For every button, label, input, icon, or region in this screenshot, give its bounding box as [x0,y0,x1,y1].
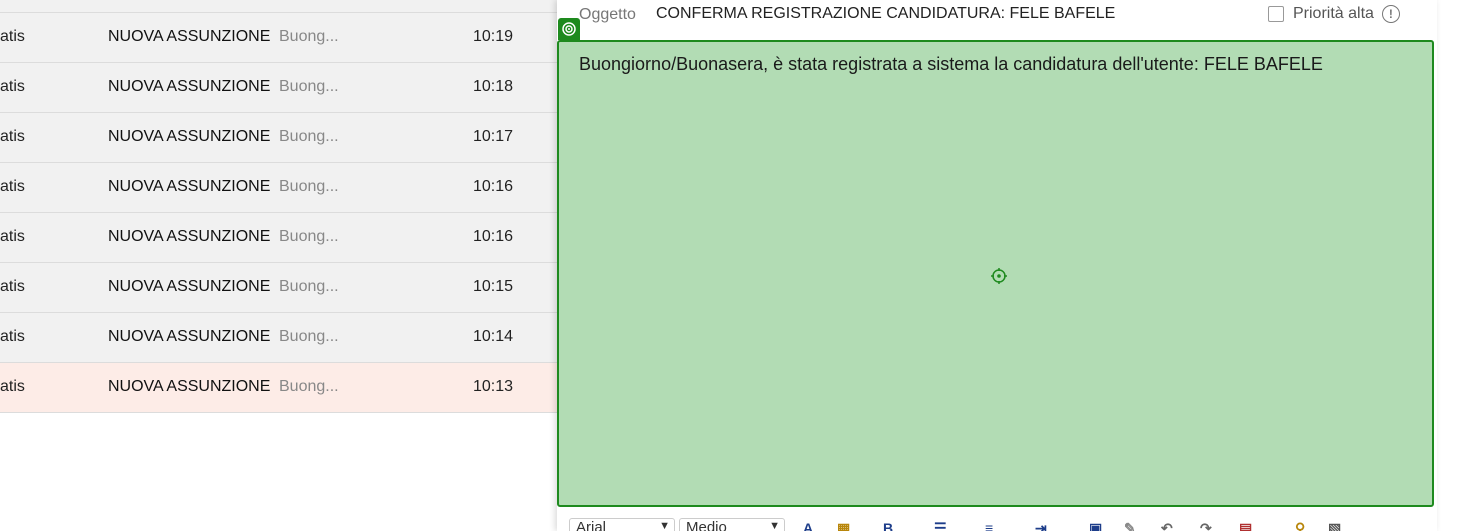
message-time: 10:13 [473,378,514,395]
undo-icon[interactable]: ↶ [1161,520,1185,531]
align-icon[interactable]: ≡ [985,520,1009,531]
message-row[interactable]: atis NUOVA ASSUNZIONE Buong... 10:16 [0,163,557,213]
message-subject: NUOVA ASSUNZIONE [108,378,271,395]
message-row[interactable]: atis NUOVA ASSUNZIONE Buong... 10:18 [0,63,557,113]
message-preview: Buong... [279,178,339,195]
message-subject: NUOVA ASSUNZIONE [108,178,271,195]
message-sender: atis [0,228,25,245]
list-icon[interactable]: ☰ [934,520,958,531]
link-icon[interactable]: ⚲ [1295,520,1319,531]
message-preview: Buong... [279,328,339,345]
message-sender: atis [0,278,25,295]
bold-icon[interactable]: B [883,520,907,531]
font-family-select[interactable]: Arial ▼ [569,518,675,531]
message-sender: atis [0,128,25,145]
chevron-down-icon: ▼ [769,520,780,531]
message-subject: NUOVA ASSUNZIONE [108,328,271,345]
message-subject: NUOVA ASSUNZIONE [108,78,271,95]
indent-icon[interactable]: ⇥ [1035,520,1059,531]
table-icon[interactable]: ▤ [1239,520,1263,531]
format-toolbar: Arial ▼ Medio ▼ A ▦ B ☰ ≡ ⇥ ▣ ✎ ↶ ↷ ▤ ⚲ … [557,511,1434,531]
special-icon[interactable]: ▣ [1089,520,1113,531]
message-time: 10:16 [473,178,514,195]
message-preview: Buong... [279,278,339,295]
message-list: atis NUOVA ASSUNZIONE Buong... 10:19 atis NUO… [0,0,557,531]
message-body-editor[interactable]: Buongiorno/Buonasera, è stata registrata… [557,18,1434,507]
target-icon [558,18,580,40]
font-size-select[interactable]: Medio ▼ [679,518,785,531]
message-body-text: Buongiorno/Buonasera, è stata registrata… [579,54,1323,74]
image-icon[interactable]: ▧ [1328,520,1352,531]
message-subject: NUOVA ASSUNZIONE [108,128,271,145]
message-row[interactable]: atis NUOVA ASSUNZIONE Buong... 10:17 [0,113,557,163]
message-subject: NUOVA ASSUNZIONE [108,278,271,295]
list-row-partial[interactable] [0,0,557,13]
compose-panel: Oggetto CONFERMA REGISTRAZIONE CANDIDATU… [557,0,1437,531]
message-row[interactable]: atis NUOVA ASSUNZIONE Buong... 10:15 [0,263,557,313]
message-row[interactable]: atis NUOVA ASSUNZIONE Buong... 10:14 [0,313,557,363]
message-preview: Buong... [279,28,339,45]
background-color-icon[interactable]: ▦ [837,520,861,531]
message-time: 10:19 [473,28,514,45]
crosshair-icon [991,268,1007,284]
message-sender: atis [0,28,25,45]
message-preview: Buong... [279,128,339,145]
message-sender: atis [0,378,25,395]
message-time: 10:15 [473,278,514,295]
message-time: 10:18 [473,78,514,95]
font-family-value: Arial [576,519,607,531]
message-subject: NUOVA ASSUNZIONE [108,28,271,45]
chevron-down-icon: ▼ [659,520,670,531]
text-color-icon[interactable]: A [803,520,827,531]
message-preview: Buong... [279,78,339,95]
priority-label: Priorità alta [1293,5,1374,22]
redo-icon[interactable]: ↷ [1200,520,1224,531]
message-preview: Buong... [279,228,339,245]
priority-toggle[interactable]: Priorità alta ! [1268,5,1400,23]
message-time: 10:16 [473,228,514,245]
message-subject: NUOVA ASSUNZIONE [108,228,271,245]
message-preview: Buong... [279,378,339,395]
message-time: 10:17 [473,128,514,145]
message-row[interactable]: atis NUOVA ASSUNZIONE Buong... 10:19 [0,13,557,63]
subject-field[interactable]: CONFERMA REGISTRAZIONE CANDIDATURA: FELE… [656,5,1115,23]
priority-checkbox[interactable] [1268,6,1284,22]
message-sender: atis [0,328,25,345]
font-size-value: Medio [686,519,727,531]
message-sender: atis [0,78,25,95]
message-row[interactable]: atis NUOVA ASSUNZIONE Buong... 10:13 [0,363,557,413]
info-icon[interactable]: ! [1381,5,1400,23]
message-time: 10:14 [473,328,514,345]
subject-label: Oggetto [579,6,636,23]
eraser-icon[interactable]: ✎ [1124,520,1148,531]
message-sender: atis [0,178,25,195]
message-row[interactable]: atis NUOVA ASSUNZIONE Buong... 10:16 [0,213,557,263]
